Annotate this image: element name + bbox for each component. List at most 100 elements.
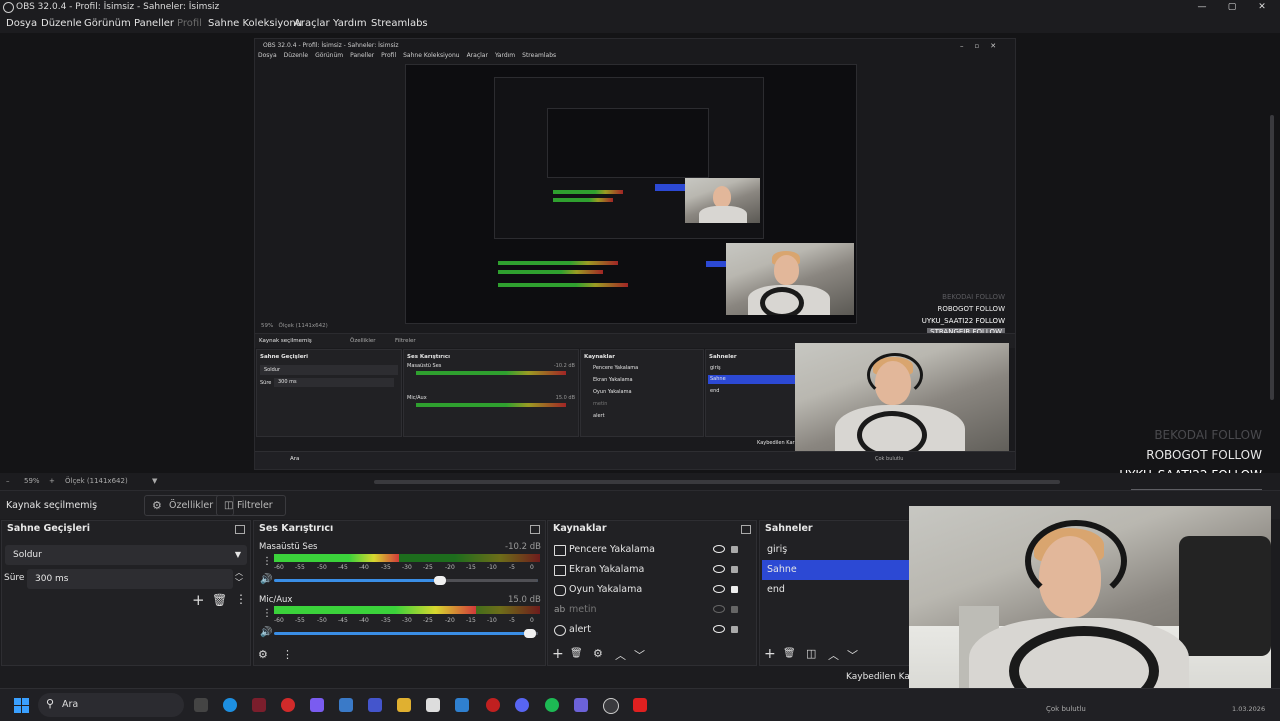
task-view-icon[interactable]	[194, 698, 208, 712]
add-source-button[interactable]: +	[552, 646, 564, 662]
duration-label: Süre	[4, 573, 25, 583]
mixer-tick-label: -55	[295, 564, 305, 571]
source-item[interactable]: Ekran Yakalama	[548, 560, 750, 580]
mic-volume-slider[interactable]	[274, 629, 538, 638]
move-down-icon[interactable]: ﹀	[634, 647, 645, 663]
gear-icon[interactable]: ⚙	[593, 647, 603, 660]
dock-header: Kaynaklar	[548, 521, 756, 537]
eye-icon[interactable]	[713, 545, 725, 553]
zoom-minus-button[interactable]: –	[6, 477, 10, 485]
scene-item[interactable]: giriş	[762, 540, 913, 560]
windows-taskbar: ⚲ Ara Çok bulutlu 1.03.2026	[0, 688, 1280, 721]
copilot-icon[interactable]	[310, 698, 324, 712]
menu-paneller[interactable]: Paneller	[134, 18, 174, 29]
teams-icon[interactable]	[574, 698, 588, 712]
mixer-tick-label: -60	[274, 564, 284, 571]
source-item[interactable]: alert	[548, 620, 750, 640]
mixer-tick-label: -40	[359, 617, 369, 624]
menu-yardim[interactable]: Yardım	[333, 18, 367, 29]
speaker-icon[interactable]: 🔊	[260, 574, 272, 585]
volume-slider-knob[interactable]	[524, 629, 536, 638]
opera-icon[interactable]	[281, 698, 295, 712]
nested-sources-dock: Kaynaklar Pencere Yakalama Ekran Yakalam…	[580, 349, 704, 437]
desktop-audio-meter	[274, 554, 540, 562]
move-up-icon[interactable]: ︿	[615, 647, 626, 663]
mixer-tick-label: -30	[402, 564, 412, 571]
undock-icon[interactable]	[530, 525, 540, 534]
menu-gorunum[interactable]: Görünüm	[84, 18, 131, 29]
mixer-settings-icon[interactable]: ⚙	[258, 648, 268, 661]
menu-profil[interactable]: Profil	[177, 18, 202, 29]
preview-vertical-scrollbar[interactable]	[1270, 115, 1274, 400]
nested-menu-item: Düzenle	[283, 52, 309, 59]
trash-icon[interactable]: 🗑	[212, 593, 227, 607]
volume-slider-knob[interactable]	[434, 576, 446, 585]
scene-item-selected[interactable]: Sahne	[762, 560, 913, 580]
trash-icon[interactable]: 🗑	[783, 648, 796, 659]
desktop-audio-volume-slider[interactable]	[274, 576, 538, 585]
source-item[interactable]: ab metin	[548, 600, 750, 620]
filters-button[interactable]: ◫ Filtreler	[216, 495, 286, 516]
more-menu-icon[interactable]: ⋮	[262, 608, 272, 619]
menu-duzenle[interactable]: Düzenle	[41, 18, 82, 29]
nested-menu-bar: Dosya Düzenle Görünüm Paneller Profil Sahne K…	[258, 52, 563, 59]
more-menu-icon[interactable]: ⋮	[282, 648, 293, 661]
recursive-preview-level3	[547, 108, 709, 178]
scale-select[interactable]: Ölçek (1141x642)	[65, 477, 128, 485]
discord-icon[interactable]	[515, 698, 529, 712]
duration-input[interactable]: 300 ms	[27, 569, 233, 589]
filter-icon[interactable]: ◫	[806, 647, 816, 660]
eye-icon[interactable]	[713, 585, 725, 593]
recursive-preview	[405, 64, 857, 324]
app-icon[interactable]	[252, 698, 266, 712]
mic-level	[274, 606, 477, 614]
add-scene-button[interactable]: +	[764, 646, 776, 662]
store-icon[interactable]	[426, 698, 440, 712]
scene-item[interactable]: end	[762, 580, 913, 600]
move-up-icon[interactable]: ︿	[828, 647, 839, 663]
spotify-icon[interactable]	[545, 698, 559, 712]
windows-start-icon[interactable]	[14, 698, 29, 713]
more-menu-icon[interactable]: ⋮	[262, 556, 272, 567]
eye-hidden-icon[interactable]	[713, 605, 725, 613]
file-explorer-icon[interactable]	[397, 698, 411, 712]
app-icon[interactable]	[633, 698, 647, 712]
lock-icon[interactable]	[731, 566, 738, 573]
source-item[interactable]: Oyun Yakalama	[548, 580, 750, 600]
more-menu-icon[interactable]: ⋮	[235, 592, 247, 606]
maximize-button[interactable]: ▢	[1225, 1, 1239, 13]
app-icon[interactable]	[455, 698, 469, 712]
add-transition-button[interactable]: +	[192, 591, 205, 609]
eye-icon[interactable]	[713, 565, 725, 573]
lock-icon[interactable]	[731, 626, 738, 633]
deep-scene-highlight	[706, 261, 728, 267]
lock-icon[interactable]	[731, 606, 738, 613]
app-icon[interactable]	[486, 698, 500, 712]
source-item[interactable]: Pencere Yakalama	[548, 540, 750, 560]
lock-icon[interactable]	[731, 586, 738, 593]
taskbar-search-box[interactable]: ⚲ Ara	[38, 693, 184, 717]
minimize-button[interactable]: —	[1195, 1, 1209, 13]
chevron-down-icon[interactable]: ▼	[152, 477, 157, 485]
steam-icon[interactable]	[339, 698, 353, 712]
speaker-icon[interactable]: 🔊	[260, 627, 272, 638]
menu-araclar[interactable]: Araçlar	[294, 18, 330, 29]
zoom-plus-button[interactable]: +	[49, 477, 55, 485]
move-down-icon[interactable]: ﹀	[847, 647, 858, 663]
app-icon[interactable]	[368, 698, 382, 712]
transitions-dock: Sahne Geçişleri Soldur ▼ Süre 300 ms ︿ ﹀…	[1, 520, 251, 666]
close-button[interactable]: ✕	[1255, 1, 1269, 13]
lock-icon[interactable]	[731, 546, 738, 553]
transition-select[interactable]: Soldur ▼	[5, 545, 247, 565]
menu-sahne-koleksiyonu[interactable]: Sahne Koleksiyonu	[208, 18, 302, 29]
eye-icon[interactable]	[713, 625, 725, 633]
undock-icon[interactable]	[741, 525, 751, 534]
menu-dosya[interactable]: Dosya	[6, 18, 37, 29]
trash-icon[interactable]: 🗑	[570, 648, 583, 659]
undock-icon[interactable]	[235, 525, 245, 534]
preview-horizontal-scrollbar[interactable]	[374, 480, 1060, 484]
menu-streamlabs[interactable]: Streamlabs	[371, 18, 428, 29]
duration-down-icon[interactable]: ﹀	[235, 577, 243, 588]
obs-icon[interactable]	[603, 698, 619, 714]
edge-icon[interactable]	[223, 698, 237, 712]
